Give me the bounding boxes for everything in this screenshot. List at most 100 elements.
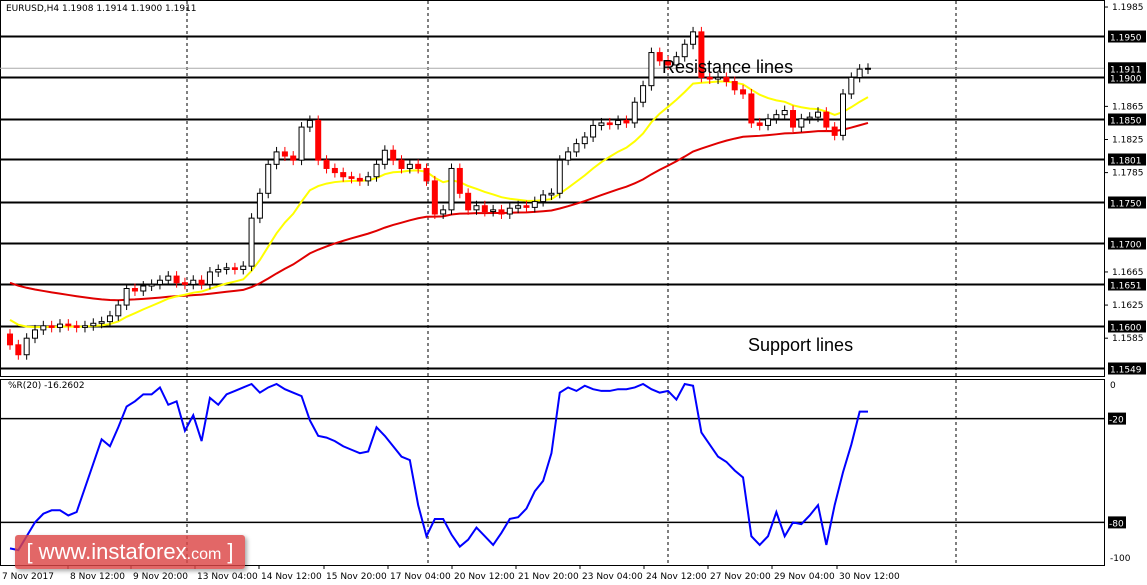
- level-label: 1.1600: [1110, 324, 1142, 334]
- candle-body: [690, 31, 697, 45]
- candle-body: [23, 337, 30, 356]
- level-label: 1.1549: [1110, 366, 1142, 376]
- candle-body: [106, 315, 113, 323]
- level-label: 1.1750: [1110, 200, 1142, 210]
- candle-body: [623, 119, 630, 124]
- candle-body: [215, 268, 222, 273]
- candle-body: [431, 180, 438, 215]
- time-label: 21 Nov 20:00: [518, 572, 579, 582]
- level-label: 1.1700: [1110, 241, 1142, 251]
- level-label: 1.1900: [1110, 75, 1142, 85]
- watermark-text: [ www.instaforex: [26, 539, 187, 564]
- watermark-bracket: ]: [221, 539, 234, 564]
- candle-body: [648, 52, 655, 87]
- price-tick-label: 1.1865: [1112, 102, 1144, 112]
- candle-body: [423, 167, 430, 182]
- candle-body: [306, 119, 313, 128]
- candle-body: [140, 285, 147, 292]
- candle-body: [398, 159, 405, 169]
- candle-body: [165, 275, 172, 281]
- candle-body: [590, 124, 597, 138]
- candle-body: [381, 149, 388, 165]
- wpr-tick-label: -100: [1110, 554, 1131, 564]
- candle-body: [40, 325, 47, 331]
- level-label: 1.1651: [1110, 282, 1142, 292]
- candle-body: [131, 288, 138, 292]
- candle-body: [681, 43, 688, 58]
- time-label: 9 Nov 20:00: [133, 572, 188, 582]
- candle-body: [515, 205, 522, 209]
- candle-body: [15, 344, 22, 356]
- candle-body: [181, 282, 188, 285]
- time-label: 20 Nov 12:00: [454, 572, 515, 582]
- support-annotation: Support lines: [748, 335, 854, 355]
- candle-body: [840, 93, 846, 136]
- candle-body: [465, 192, 472, 211]
- watermark-domain: .com: [186, 546, 222, 563]
- candle-body: [415, 163, 422, 169]
- candle-body: [823, 111, 830, 128]
- candle-body: [473, 205, 480, 211]
- candle-body: [223, 267, 230, 270]
- candle-body: [190, 279, 197, 285]
- candle-body: [798, 118, 805, 128]
- time-label: 23 Nov 04:00: [582, 572, 643, 582]
- candle-body: [315, 119, 322, 161]
- wpr-tick-label: 0: [1110, 381, 1116, 391]
- candle-body: [340, 172, 347, 178]
- price-chart[interactable]: 1.1985 1.1865 1.1825 1.1785 1.1665 1.1625 1.15…: [0, 0, 1147, 585]
- candle-body: [548, 192, 555, 196]
- candle-body: [173, 275, 180, 284]
- candle-body: [198, 279, 205, 285]
- candle-body: [773, 114, 780, 120]
- candle-body: [73, 325, 80, 328]
- time-label: 29 Nov 04:00: [774, 572, 835, 582]
- candle-body: [456, 167, 463, 194]
- candle-body: [248, 217, 255, 267]
- candle-body: [481, 205, 488, 213]
- price-tick-label: 1.1625: [1112, 301, 1144, 311]
- candle-body: [831, 126, 838, 136]
- candle-body: [115, 304, 122, 317]
- candle-body: [231, 267, 238, 270]
- candle-body: [756, 122, 763, 126]
- candle-body: [506, 207, 513, 215]
- candle-body: [406, 163, 413, 169]
- candle-body: [323, 159, 330, 169]
- candle-body: [856, 68, 863, 78]
- main-panel-frame: [0, 0, 1105, 377]
- time-label: 14 Nov 12:00: [261, 572, 322, 582]
- candle-body: [740, 89, 747, 95]
- time-label: 8 Nov 12:00: [70, 572, 125, 582]
- candle-body: [56, 323, 63, 328]
- candle-body: [390, 149, 397, 161]
- candle-body: [573, 143, 580, 153]
- candle-body: [556, 159, 563, 194]
- candle-body: [290, 155, 297, 161]
- level-label: 1.1801: [1110, 157, 1142, 167]
- candle-body: [631, 101, 638, 124]
- candle-body: [806, 116, 813, 120]
- time-label: 24 Nov 12:00: [646, 572, 707, 582]
- candle-body: [765, 118, 772, 126]
- candle-body: [206, 271, 213, 285]
- time-label: 13 Nov 04:00: [197, 572, 258, 582]
- time-label: 30 Nov 12:00: [839, 572, 900, 582]
- wpr-line: [9, 382, 868, 552]
- indicator-label: %R(20) -16.2602: [8, 381, 85, 391]
- candle-body: [498, 209, 505, 215]
- candle-body: [90, 322, 97, 327]
- candle-body: [531, 201, 538, 208]
- candle-body: [240, 265, 247, 270]
- candle-body: [606, 122, 613, 126]
- candle-body: [723, 76, 730, 83]
- wpr-level-label: -80: [1109, 519, 1124, 529]
- candle-body: [540, 194, 547, 203]
- candle-body: [748, 93, 755, 124]
- price-tick-label: 1.1665: [1112, 268, 1144, 278]
- current-price-label: 1.1911: [1110, 65, 1142, 75]
- candle-body: [348, 176, 355, 179]
- candle-body: [864, 67, 871, 70]
- candle-body: [31, 329, 38, 339]
- candle-body: [281, 151, 288, 157]
